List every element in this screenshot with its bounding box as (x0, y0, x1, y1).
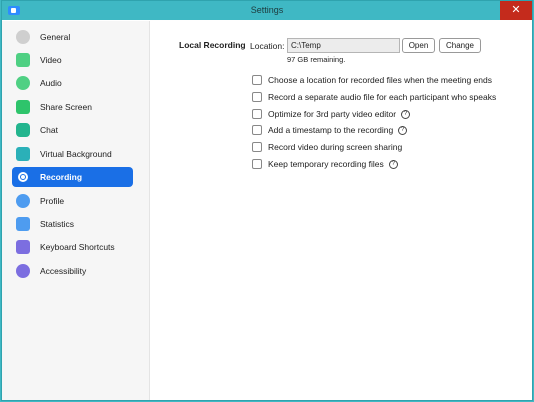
sidebar-item-label: Chat (40, 125, 58, 135)
sidebar-item-chat[interactable]: Chat (12, 120, 133, 140)
sidebar-item-label: Share Screen (40, 102, 92, 112)
checkbox[interactable] (252, 159, 262, 169)
option-separate-audio[interactable]: Record a separate audio file for each pa… (252, 91, 496, 103)
option-label: Keep temporary recording files (268, 159, 384, 169)
section-title: Local Recording (179, 40, 246, 50)
option-optimize-editor[interactable]: Optimize for 3rd party video editor ? (252, 108, 411, 120)
option-choose-location[interactable]: Choose a location for recorded files whe… (252, 74, 492, 86)
checkbox[interactable] (252, 142, 262, 152)
close-icon: ✕ (511, 4, 521, 16)
sidebar-item-share-screen[interactable]: Share Screen (12, 97, 133, 117)
window-title: Settings (250, 5, 284, 15)
sidebar-item-label: Video (40, 55, 62, 65)
option-label: Optimize for 3rd party video editor (268, 109, 397, 119)
sidebar-item-video[interactable]: Video (12, 50, 133, 70)
title-bar[interactable]: Settings ✕ (2, 1, 532, 20)
option-label: Add a timestamp to the recording (268, 125, 394, 135)
sidebar-item-keyboard-shortcuts[interactable]: Keyboard Shortcuts (12, 237, 133, 257)
sidebar-item-label: Accessibility (40, 266, 87, 276)
sidebar-item-label: Profile (40, 196, 65, 206)
sidebar-item-accessibility[interactable]: Accessibility (12, 261, 133, 281)
video-icon (16, 53, 30, 67)
sidebar-item-label: Recording (40, 172, 83, 182)
sidebar-item-profile[interactable]: Profile (12, 191, 133, 211)
option-label: Choose a location for recorded files whe… (268, 75, 492, 85)
sidebar-item-statistics[interactable]: Statistics (12, 214, 133, 234)
sidebar-item-virtual-background[interactable]: Virtual Background (12, 144, 133, 164)
help-icon[interactable]: ? (401, 109, 411, 119)
profile-icon (16, 194, 30, 208)
sidebar-item-label: Keyboard Shortcuts (40, 242, 115, 252)
checkbox[interactable] (252, 92, 262, 102)
sidebar-item-general[interactable]: General (12, 27, 133, 47)
gear-icon (16, 30, 30, 44)
keyboard-icon (16, 240, 30, 254)
checkbox[interactable] (252, 109, 262, 119)
sidebar-item-audio[interactable]: Audio (12, 73, 133, 93)
checkbox[interactable] (252, 75, 262, 85)
checkbox[interactable] (252, 125, 262, 135)
option-label: Record a separate audio file for each pa… (268, 92, 497, 102)
sidebar-item-recording[interactable]: Recording (12, 167, 133, 187)
sidebar-item-label: Audio (40, 78, 62, 88)
settings-sidebar: General Video Audio Share Screen Chat Vi… (2, 21, 150, 400)
virtual-background-icon (16, 147, 30, 161)
recording-settings-panel: Local Recording Location: C:\Temp Open C… (150, 21, 532, 400)
option-timestamp[interactable]: Add a timestamp to the recording ? (252, 124, 408, 136)
sidebar-item-label: Statistics (40, 219, 75, 229)
statistics-icon (16, 217, 30, 231)
location-field[interactable]: C:\Temp (287, 38, 400, 53)
close-button[interactable]: ✕ (500, 1, 532, 20)
help-icon[interactable]: ? (388, 159, 398, 169)
sidebar-item-label: General (40, 32, 71, 42)
open-button[interactable]: Open (402, 38, 435, 53)
help-icon[interactable]: ? (398, 125, 408, 135)
share-screen-icon (16, 100, 30, 114)
location-label: Location: (250, 41, 285, 51)
option-label: Record video during screen sharing (268, 142, 403, 152)
sidebar-item-label: Virtual Background (40, 149, 112, 159)
storage-remaining: 97 GB remaining. (287, 55, 346, 64)
settings-window: Settings ✕ General Video Audio Share Scr… (1, 0, 533, 401)
option-record-screen-sharing[interactable]: Record video during screen sharing (252, 141, 402, 153)
recording-icon (18, 172, 28, 182)
chat-icon (16, 123, 30, 137)
accessibility-icon (16, 264, 30, 278)
headphones-icon (16, 76, 30, 90)
change-button[interactable]: Change (439, 38, 481, 53)
option-keep-temp-files[interactable]: Keep temporary recording files ? (252, 158, 398, 170)
